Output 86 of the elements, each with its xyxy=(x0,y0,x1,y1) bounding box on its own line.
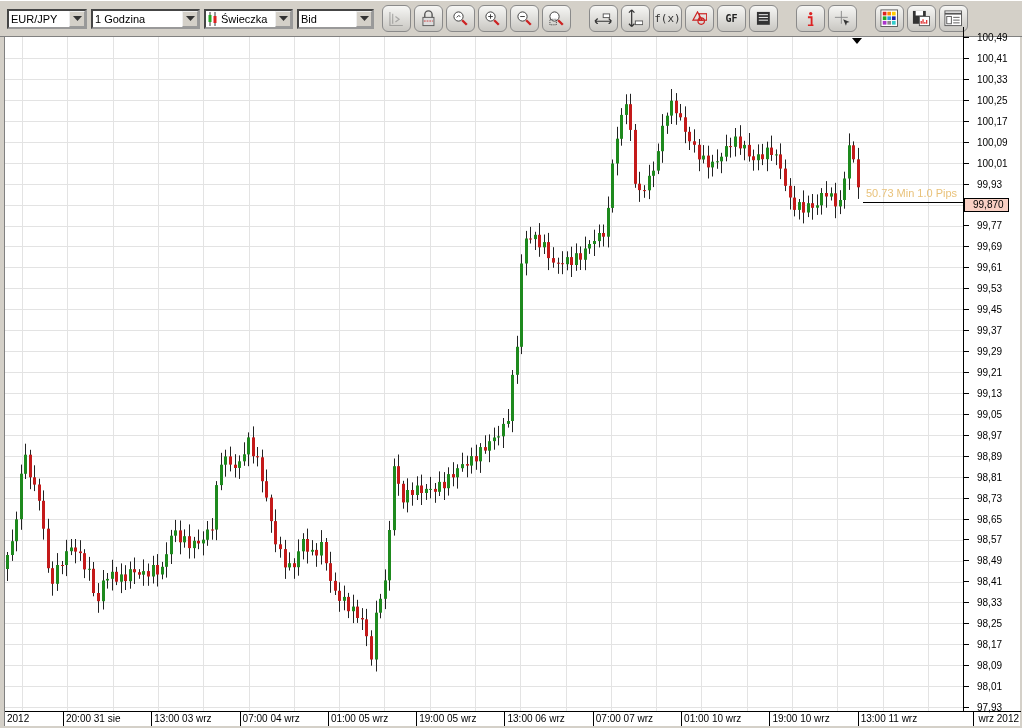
zoom-out-icon xyxy=(517,11,532,26)
price-tick-label: 100,49 xyxy=(964,27,1021,48)
fibonacci-button[interactable]: GF xyxy=(717,5,746,32)
save-icon xyxy=(912,10,931,27)
price-tick-label: 99,69 xyxy=(964,236,1021,258)
price-tick-label: 100,25 xyxy=(964,89,1021,111)
time-axis-label: 13:00 03 wrz xyxy=(151,712,240,726)
palette-button[interactable] xyxy=(875,5,904,32)
dropdown[interactable]: 1 Godzina xyxy=(91,8,200,29)
dropdown[interactable]: Świeczka xyxy=(204,8,293,29)
shapes-icon xyxy=(691,11,708,26)
price-tick-label: 98,73 xyxy=(964,487,1021,509)
time-axis-label: 19:00 10 wrz xyxy=(769,712,858,726)
price-tick-label: 98,57 xyxy=(964,529,1021,551)
time-axis-label: 01:00 10 wrz xyxy=(681,712,770,726)
price-tick-label: 98,17 xyxy=(964,634,1021,656)
current-price-label: 99,870 xyxy=(964,197,1009,212)
time-axis-label: wrz 2012 xyxy=(973,712,1021,726)
price-tick-label: 99,61 xyxy=(964,257,1021,279)
time-axis-label: 20:00 31 sie xyxy=(63,712,152,726)
price-annotation: 50.73 Min 1.0 Pips xyxy=(866,187,958,199)
time-axis-label: 01:00 05 wrz xyxy=(327,712,417,726)
price-tick-label: 98,65 xyxy=(964,508,1021,530)
price-tick-label: 100,17 xyxy=(964,110,1021,132)
price-tick-label: 98,89 xyxy=(964,445,1021,467)
function-button[interactable]: f(x) xyxy=(653,5,682,32)
caret-icon xyxy=(359,16,369,21)
layout-button[interactable] xyxy=(939,5,968,32)
dropdown[interactable]: EUR/JPY xyxy=(7,8,87,29)
time-axis-label: 07:00 04 wrz xyxy=(239,712,328,726)
price-tick-label: 100,41 xyxy=(964,47,1021,69)
price-tick-label: 98,97 xyxy=(964,424,1021,446)
price-tick-label: 99,53 xyxy=(964,278,1021,300)
caret-icon xyxy=(72,16,82,21)
price-tick-label: 99,37 xyxy=(964,320,1021,342)
price-tick-label: 99,29 xyxy=(964,341,1021,362)
price-tick-label: 99,77 xyxy=(964,215,1021,237)
crosshair-button[interactable] xyxy=(828,5,857,32)
move-horizontal-icon xyxy=(594,12,613,25)
caret-icon xyxy=(185,16,195,21)
time-axis-label: 19:00 05 wrz xyxy=(416,712,505,726)
lock-button[interactable] xyxy=(414,5,443,32)
axis-icon xyxy=(389,10,404,27)
document-icon xyxy=(756,11,771,26)
time-axis-label: 13:00 06 wrz xyxy=(504,712,593,726)
zoom-area-icon xyxy=(549,11,564,26)
info-button[interactable] xyxy=(796,5,825,32)
price-tick-label: 98,41 xyxy=(964,571,1021,593)
price-tick-label: 99,13 xyxy=(964,382,1021,404)
price-tick-label: 98,09 xyxy=(964,655,1021,677)
palette-icon xyxy=(880,9,899,28)
price-tick-label: 98,01 xyxy=(964,676,1021,697)
move-horizontal-button[interactable] xyxy=(589,5,618,32)
price-tick-label: 99,45 xyxy=(964,299,1021,321)
time-axis-label: 2012 xyxy=(6,712,31,726)
price-tick-label: 99,21 xyxy=(964,362,1021,383)
zoom-in-button[interactable] xyxy=(478,5,507,32)
lock-icon xyxy=(422,10,435,27)
move-vertical-icon xyxy=(627,9,644,28)
save-button[interactable] xyxy=(907,5,936,32)
crosshair-icon xyxy=(834,10,851,27)
time-axis-label: 07:00 07 wrz xyxy=(592,712,682,726)
price-tick-label: 100,01 xyxy=(964,152,1021,174)
zoom-out-button[interactable] xyxy=(510,5,539,32)
time-axis-label: 13:00 11 wrz xyxy=(857,712,946,726)
price-tick-label: 100,09 xyxy=(964,131,1021,153)
triangle-marker-icon xyxy=(852,38,862,44)
zoom-fit-icon xyxy=(453,11,468,26)
price-tick-label: 100,33 xyxy=(964,68,1021,90)
zoom-fit-button[interactable] xyxy=(446,5,475,32)
price-tick-label: 98,49 xyxy=(964,550,1021,572)
shapes-button[interactable] xyxy=(685,5,714,32)
zoom-in-icon xyxy=(485,11,500,26)
price-tick-label: 99,93 xyxy=(964,173,1021,195)
price-tick-label: 98,33 xyxy=(964,592,1021,614)
move-vertical-button[interactable] xyxy=(621,5,650,32)
candlestick-icon xyxy=(208,11,217,26)
price-tick-label: 98,81 xyxy=(964,466,1021,488)
caret-icon xyxy=(278,16,288,21)
info-icon xyxy=(806,10,815,27)
zoom-area-button[interactable] xyxy=(542,5,571,32)
dropdown[interactable]: Bid xyxy=(297,8,374,29)
layout-icon xyxy=(944,10,963,27)
price-tick-label: 98,25 xyxy=(964,613,1021,635)
price-tick-label: 99,05 xyxy=(964,403,1021,425)
document-button[interactable] xyxy=(749,5,778,32)
